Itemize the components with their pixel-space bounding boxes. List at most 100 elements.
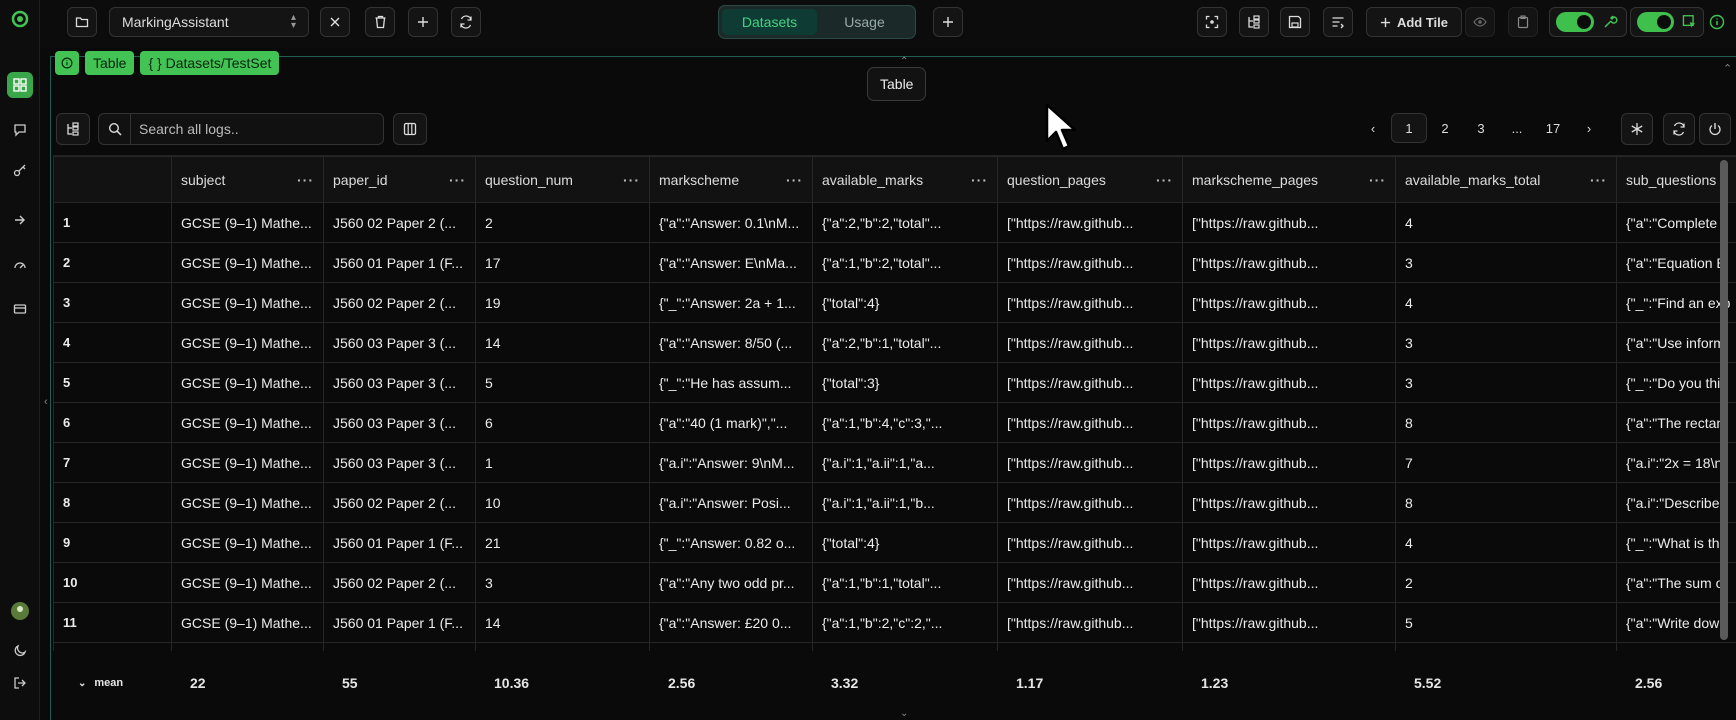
table-cell[interactable]: J560 03 Paper 3 (...: [323, 402, 476, 443]
table-cell[interactable]: J560 03 Paper 3 (...: [323, 442, 476, 483]
table-cell[interactable]: {"a.i":"Answer: 9\nM...: [649, 442, 813, 483]
tile-info-chip[interactable]: [55, 51, 79, 75]
table-cell[interactable]: {"a.i":1,"a.ii":1,"b...: [812, 482, 998, 523]
table-cell[interactable]: J560 02 Paper 2 (...: [323, 282, 476, 323]
table-cell[interactable]: J560 01 Paper 1 (F...: [323, 602, 476, 643]
column-header[interactable]: sub_questions···: [1616, 156, 1736, 203]
table-row[interactable]: 6 GCSE (9–1) Mathe... J560 03 Paper 3 (...…: [53, 402, 1736, 443]
column-header[interactable]: paper_id ···: [323, 156, 476, 203]
close-project-button[interactable]: [320, 7, 350, 37]
row-index-cell[interactable]: 6: [53, 402, 172, 443]
table-cell[interactable]: ["https://raw.github...: [997, 442, 1183, 483]
table-cell[interactable]: {"a.i":1,"a.ii":1,"a...: [812, 442, 998, 483]
table-cell[interactable]: 6: [475, 402, 650, 443]
table-cell[interactable]: J560 02 Paper 2 (...: [323, 202, 476, 243]
table-row[interactable]: 11 GCSE (9–1) Mathe... J560 01 Paper 1 (F.…: [53, 602, 1736, 643]
table-cell[interactable]: [53, 642, 172, 651]
table-cell[interactable]: GCSE (9–1) Mathe...: [171, 282, 324, 323]
table-cell[interactable]: {"_":"Answer: 0.82 o...: [649, 522, 813, 563]
table-cell[interactable]: J560 01 Paper 1 (F...: [323, 242, 476, 283]
column-menu-icon[interactable]: ···: [297, 172, 314, 188]
table-cell[interactable]: [812, 642, 998, 651]
table-cell[interactable]: ["https://raw.github...: [997, 202, 1183, 243]
table-cell[interactable]: {"a":"Answer: 8/50 (...: [649, 322, 813, 363]
dataset-chip[interactable]: { } Datasets/TestSet: [140, 51, 280, 75]
project-select[interactable]: MarkingAssistant ▴ ▾: [109, 7, 309, 37]
table-cell[interactable]: [1616, 642, 1736, 651]
table-cell[interactable]: ["https://raw.github...: [1182, 402, 1396, 443]
table-cell[interactable]: 2: [1395, 562, 1617, 603]
edit-mode-toggle[interactable]: [1556, 12, 1594, 32]
table-row[interactable]: 3 GCSE (9–1) Mathe... J560 02 Paper 2 (...…: [53, 282, 1736, 323]
collapse-sidebar-caret-icon[interactable]: ‹: [44, 396, 48, 408]
column-header[interactable]: subject ···: [171, 156, 324, 203]
tab-datasets[interactable]: Datasets: [722, 9, 817, 35]
dashboard-icon[interactable]: [7, 72, 33, 98]
table-cell[interactable]: ["https://raw.github...: [997, 402, 1183, 443]
table-cell[interactable]: 5: [475, 362, 650, 403]
table-row[interactable]: 7 GCSE (9–1) Mathe... J560 03 Paper 3 (...…: [53, 442, 1736, 483]
table-cell[interactable]: 21: [475, 522, 650, 563]
table-row[interactable]: 10 GCSE (9–1) Mathe... J560 02 Paper 2 (..…: [53, 562, 1736, 603]
page-3-button[interactable]: 3: [1463, 113, 1499, 143]
table-cell[interactable]: {"a.i":"2x = 18\n: [1616, 442, 1736, 483]
table-cell[interactable]: 8: [1395, 402, 1617, 443]
clipboard-button[interactable]: [1508, 7, 1538, 37]
column-menu-icon[interactable]: ···: [1369, 172, 1386, 188]
table-cell[interactable]: GCSE (9–1) Mathe...: [171, 202, 324, 243]
table-cell[interactable]: 4: [1395, 522, 1617, 563]
save-button[interactable]: [1280, 7, 1310, 37]
table-cell[interactable]: 1: [475, 442, 650, 483]
table-cell[interactable]: GCSE (9–1) Mathe...: [171, 562, 324, 603]
group-by-button[interactable]: [56, 113, 90, 145]
table-cell[interactable]: J560 03 Paper 3 (...: [323, 322, 476, 363]
column-menu-icon[interactable]: ···: [623, 172, 640, 188]
table-cell[interactable]: ["https://raw.github...: [997, 242, 1183, 283]
table-cell[interactable]: {"a":"40 (1 mark)","...: [649, 402, 813, 443]
table-cell[interactable]: J560 01 Paper 1 (F...: [323, 522, 476, 563]
table-cell[interactable]: [323, 642, 476, 651]
table-cell[interactable]: {"a":2,"b":1,"total"...: [812, 322, 998, 363]
page-1-button[interactable]: 1: [1391, 113, 1427, 143]
table-row[interactable]: 4 GCSE (9–1) Mathe... J560 03 Paper 3 (...…: [53, 322, 1736, 363]
table-cell[interactable]: ["https://raw.github...: [997, 322, 1183, 363]
table-cell[interactable]: {"a.i":"Answer: Posi...: [649, 482, 813, 523]
avatar[interactable]: [7, 598, 33, 624]
table-cell[interactable]: 3: [1395, 242, 1617, 283]
table-row[interactable]: 8 GCSE (9–1) Mathe... J560 02 Paper 2 (...…: [53, 482, 1736, 523]
row-index-cell[interactable]: 7: [53, 442, 172, 483]
table-cell[interactable]: {"a":"Equation B: [1616, 242, 1736, 283]
table-cell[interactable]: GCSE (9–1) Mathe...: [171, 442, 324, 483]
table-cell[interactable]: {"a":1,"b":4,"c":3,"...: [812, 402, 998, 443]
table-cell[interactable]: [1182, 642, 1396, 651]
column-header[interactable]: question_pages ···: [997, 156, 1183, 203]
table-cell[interactable]: [171, 642, 324, 651]
table-cell[interactable]: ["https://raw.github...: [997, 482, 1183, 523]
table-cell[interactable]: ["https://raw.github...: [1182, 602, 1396, 643]
billing-card-icon[interactable]: [7, 296, 33, 322]
search-input[interactable]: [131, 121, 383, 137]
table-row[interactable]: [53, 642, 1736, 651]
table-cell[interactable]: 14: [475, 602, 650, 643]
table-cell[interactable]: ["https://raw.github...: [1182, 562, 1396, 603]
column-header[interactable]: question_num ···: [475, 156, 650, 203]
refresh-button[interactable]: [451, 7, 481, 37]
table-cell[interactable]: GCSE (9–1) Mathe...: [171, 482, 324, 523]
table-cell[interactable]: 7: [1395, 442, 1617, 483]
table-row[interactable]: 5 GCSE (9–1) Mathe... J560 03 Paper 3 (...…: [53, 362, 1736, 403]
table-cell[interactable]: GCSE (9–1) Mathe...: [171, 522, 324, 563]
table-cell[interactable]: ["https://raw.github...: [1182, 522, 1396, 563]
table-cell[interactable]: {"a":"Any two odd pr...: [649, 562, 813, 603]
key-icon[interactable]: [7, 157, 33, 183]
route-icon[interactable]: [7, 207, 33, 233]
table-cell[interactable]: {"a":1,"b":2,"c":2,"...: [812, 602, 998, 643]
table-cell[interactable]: GCSE (9–1) Mathe...: [171, 402, 324, 443]
page-17-button[interactable]: 17: [1535, 113, 1571, 143]
row-index-cell[interactable]: 8: [53, 482, 172, 523]
table-cell[interactable]: 14: [475, 322, 650, 363]
table-cell[interactable]: {"a.i":"Describe: [1616, 482, 1736, 523]
visibility-button[interactable]: [1465, 7, 1495, 37]
column-menu-icon[interactable]: ···: [971, 172, 988, 188]
info-button[interactable]: [1703, 7, 1731, 37]
table-cell[interactable]: {"total":3}: [812, 362, 998, 403]
